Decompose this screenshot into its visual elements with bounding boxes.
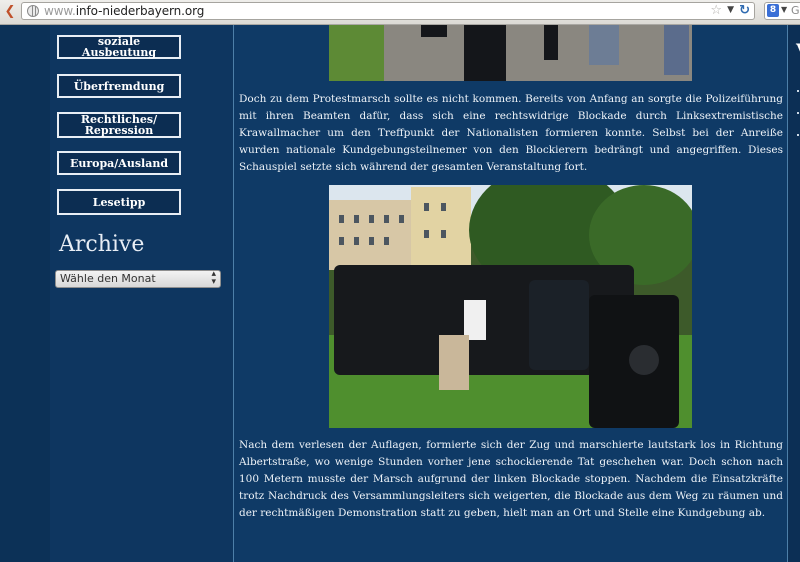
address-bar[interactable]: www.info-niederbayern.org ☆ ▼ ↻	[21, 2, 755, 20]
archive-month-select[interactable]: Wähle den Monat ▴ ▾	[55, 270, 221, 288]
category-button-ueberfremdung[interactable]: Überfremdung	[57, 74, 181, 98]
url-domain: info-niederbayern.org	[75, 4, 205, 18]
search-box[interactable]: 8 ▼ G	[764, 2, 800, 20]
bookmark-star-icon[interactable]: ☆	[710, 3, 722, 18]
back-arrow-icon[interactable]: ❮	[2, 3, 18, 20]
globe-icon	[27, 5, 39, 17]
category-button-rechtliches-repression[interactable]: Rechtliches/ Repression	[57, 112, 181, 138]
archive-heading: Archive	[59, 232, 145, 257]
browser-toolbar: ❮ www.info-niederbayern.org ☆ ▼ ↻ 8 ▼ G	[0, 0, 800, 25]
sidebar: soziale Ausbeutung Überfremdung Rechtlic…	[50, 25, 233, 562]
category-button-europa-ausland[interactable]: Europa/Ausland	[57, 151, 181, 175]
archive-select-value: Wähle den Monat	[60, 272, 156, 285]
article-photo-top	[329, 25, 692, 81]
dropdown-icon[interactable]: ▼	[727, 5, 734, 15]
search-input[interactable]: G	[791, 4, 800, 17]
search-engine-dropdown-icon[interactable]: ▼	[781, 5, 787, 14]
right-sidebar	[788, 25, 800, 562]
search-engine-icon[interactable]: 8	[767, 4, 779, 17]
select-arrows-icon: ▴ ▾	[211, 269, 216, 287]
right-sidebar-heading: V	[796, 40, 800, 59]
article-paragraph-2: Nach dem verlesen der Auflagen, formiert…	[239, 439, 783, 519]
reload-icon[interactable]: ↻	[739, 3, 750, 18]
article-paragraph-1: Doch zu dem Protestmarsch sollte es nich…	[239, 93, 783, 173]
article-content: Doch zu dem Protestmarsch sollte es nich…	[234, 25, 788, 562]
category-button-lesetipp[interactable]: Lesetipp	[57, 189, 181, 215]
article-photo-police-blockade	[329, 185, 692, 428]
url-host: www.	[44, 4, 76, 18]
url-text[interactable]: www.info-niederbayern.org	[44, 4, 204, 18]
page-left-margin	[0, 25, 50, 562]
category-button-soziale-ausbeutung[interactable]: soziale Ausbeutung	[57, 35, 181, 59]
